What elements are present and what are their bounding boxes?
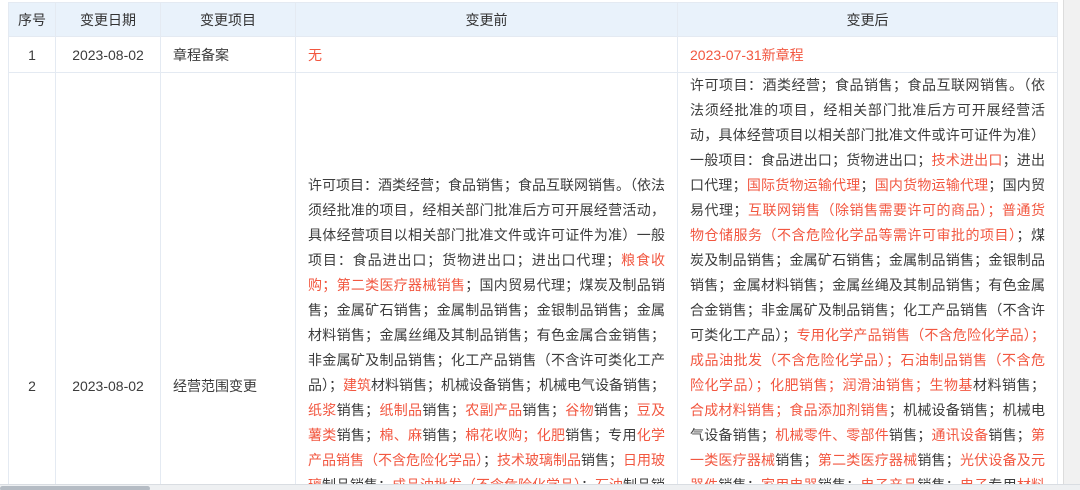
header-change-date: 变更日期 — [56, 3, 161, 37]
before-change-text: 许可项目：酒类经营；食品销售；食品互联网销售。（依法须经批准的项目，经相关部门批… — [308, 173, 665, 490]
header-row: 序号 变更日期 变更项目 变更前 变更后 — [9, 3, 1058, 37]
table-row: 1 2023-08-02 章程备案 无 2023-07-31新章程 — [9, 37, 1058, 73]
header-after-change: 变更后 — [678, 3, 1058, 37]
cell-change-date: 2023-08-02 — [56, 73, 161, 490]
cell-change-date: 2023-08-02 — [56, 37, 161, 73]
table-row: 2 2023-08-02 经营范围变更 许可项目：酒类经营；食品销售；食品互联网… — [9, 73, 1058, 490]
cell-after-change: 2023-07-31新章程 — [678, 37, 1058, 73]
before-change-text: 无 — [308, 45, 665, 65]
after-change-text: 许可项目：酒类经营；食品销售；食品互联网销售。（依法须经批准的项目，经相关部门批… — [690, 73, 1045, 490]
cell-before-change: 许可项目：酒类经营；食品销售；食品互联网销售。（依法须经批准的项目，经相关部门批… — [296, 73, 678, 490]
cell-seq: 1 — [9, 37, 56, 73]
header-change-item: 变更项目 — [161, 3, 296, 37]
cell-after-change: 许可项目：酒类经营；食品销售；食品互联网销售。（依法须经批准的项目，经相关部门批… — [678, 73, 1058, 490]
horizontal-scrollbar[interactable] — [0, 484, 1080, 490]
cell-before-change: 无 — [296, 37, 678, 73]
change-record-page: 序号 变更日期 变更项目 变更前 变更后 1 2023-08-02 章程备案 无… — [0, 0, 1080, 490]
header-seq: 序号 — [9, 3, 56, 37]
header-before-change: 变更前 — [296, 3, 678, 37]
cell-seq: 2 — [9, 73, 56, 490]
cell-change-item: 章程备案 — [161, 37, 296, 73]
vertical-scrollbar[interactable] — [1063, 0, 1080, 490]
cell-change-item: 经营范围变更 — [161, 73, 296, 490]
change-record-table: 序号 变更日期 变更项目 变更前 变更后 1 2023-08-02 章程备案 无… — [8, 2, 1058, 490]
after-change-text: 2023-07-31新章程 — [690, 45, 1045, 65]
horizontal-scrollbar-thumb[interactable] — [0, 486, 150, 490]
